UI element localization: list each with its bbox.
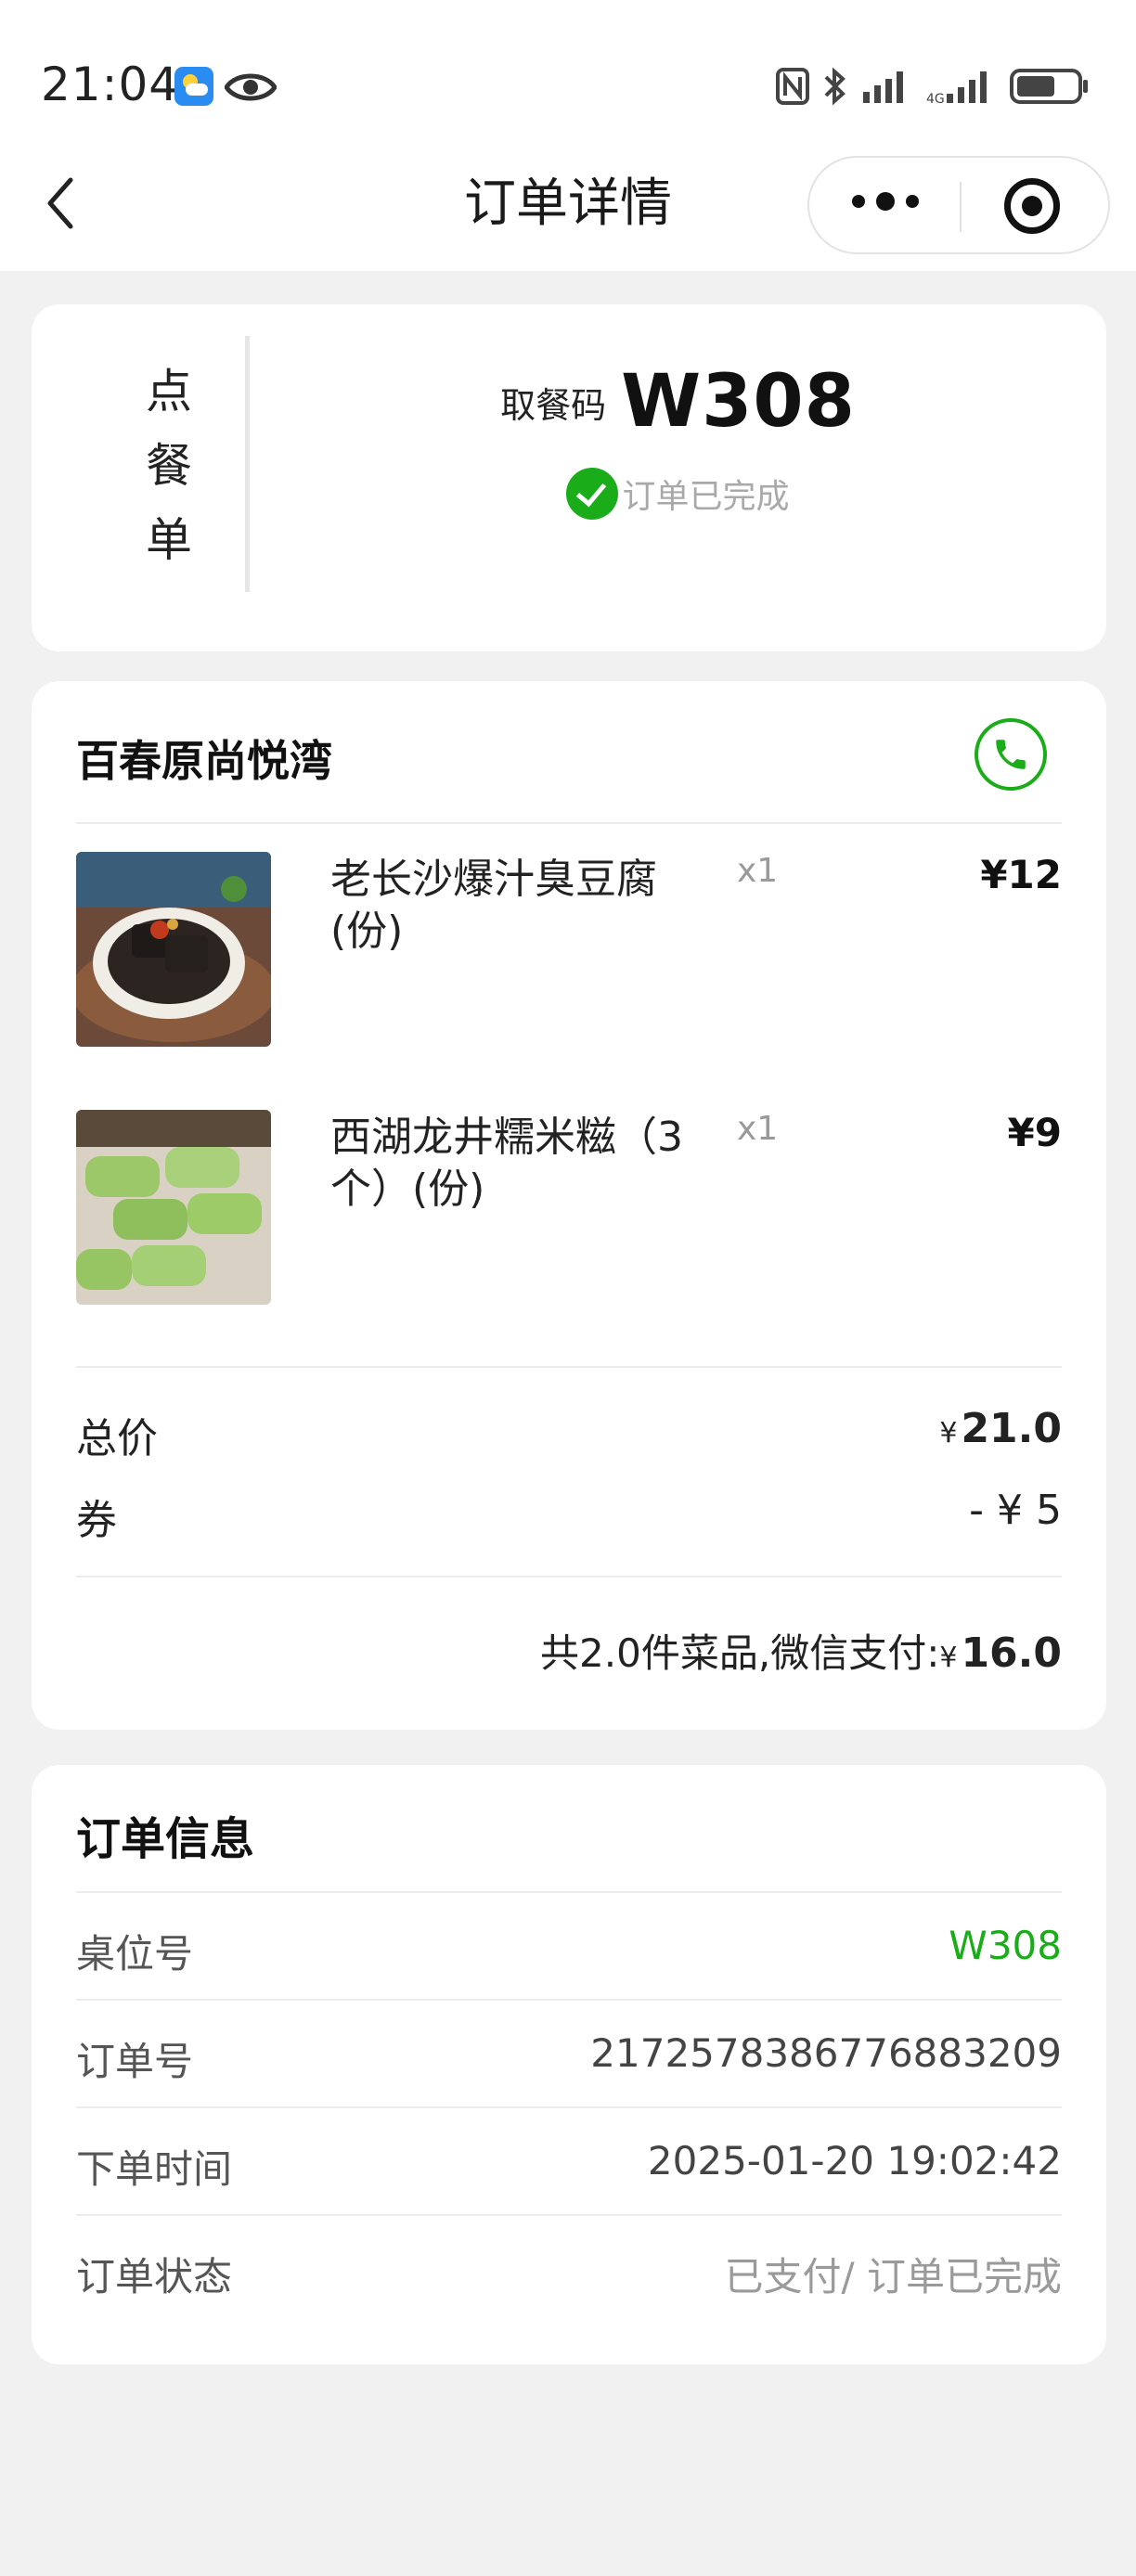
total-currency: ¥ (939, 1417, 958, 1449)
coupon-row: 券 - ¥ 5 (76, 1487, 1062, 1546)
signal-2-icon: 4G (926, 71, 987, 105)
top-bar: 21:04 4G 订单详情 (0, 0, 1136, 271)
info-row-order-time: 下单时间 2025-01-20 19:02:42 (76, 2106, 1062, 2214)
payment-summary: 共2.0件菜品,微信支付:¥16.0 (540, 1622, 1062, 1679)
battery-icon (1010, 69, 1088, 104)
item-name: 老长沙爆汁臭豆腐(份) (330, 856, 657, 955)
item-qty: x1 (737, 852, 779, 890)
payment-currency: ¥ (939, 1642, 958, 1674)
item-price: ¥12 (980, 852, 1062, 897)
nfc-icon (776, 68, 809, 105)
payment-summary-text: 共2.0件菜品,微信支付: (540, 1630, 940, 1676)
list-item[interactable]: 西湖龙井糯米糍（3个）(份) x1 ¥9 (76, 1110, 1062, 1305)
order-info-card: 订单信息 桌位号 W308 订单号 2172578386776883209 下单… (32, 1765, 1106, 2364)
total-label: 总价 (76, 1415, 158, 1462)
shop-card: 百春原尚悦湾 老长沙爆汁臭豆腐(份) x1 ¥12 西湖龙井糯米糍（3个）(份)… (32, 681, 1106, 1730)
order-status-label: 订单状态 (76, 2254, 233, 2299)
coupon-value: - ¥ 5 (969, 1487, 1062, 1534)
order-status-value: 已支付/ 订单已完成 (724, 2254, 1062, 2299)
miniapp-capsule (807, 156, 1110, 254)
item-price: ¥9 (1007, 1110, 1062, 1155)
pickup-code: W308 (621, 360, 856, 444)
eye-icon (225, 73, 277, 101)
signal-icon (863, 71, 903, 103)
item-name: 西湖龙井糯米糍（3个）(份) (330, 1114, 683, 1213)
info-row-table: 桌位号 W308 (76, 1891, 1062, 1999)
pickup-card: 点 餐 单 取餐码 W308 订单已完成 (32, 304, 1106, 651)
info-row-order-status: 订单状态 已支付/ 订单已完成 (76, 2214, 1062, 2322)
food-image (76, 852, 271, 1047)
status-icons: 4G (776, 63, 1090, 109)
order-info-title: 订单信息 (76, 1813, 255, 1865)
shop-name: 百春原尚悦湾 (76, 736, 332, 786)
table-number-label: 桌位号 (76, 1931, 194, 1977)
pickup-code-label: 取餐码 (500, 384, 607, 426)
order-status-text: 订单已完成 (622, 478, 790, 516)
bluetooth-icon (824, 67, 846, 106)
order-time-label: 下单时间 (76, 2146, 233, 2192)
payment-amount: 16.0 (961, 1629, 1062, 1677)
total-row: 总价 ¥21.0 (76, 1405, 1062, 1464)
total-value: 21.0 (961, 1405, 1062, 1452)
order-id-label: 订单号 (76, 2039, 194, 2084)
svg-text:4G: 4G (926, 92, 945, 105)
weather-icon (174, 67, 213, 106)
item-qty: x1 (737, 1110, 779, 1148)
order-time-value: 2025-01-20 19:02:42 (647, 2138, 1062, 2183)
close-miniapp-icon[interactable] (1004, 178, 1060, 234)
table-number-value: W308 (949, 1923, 1062, 1968)
list-item[interactable]: 老长沙爆汁臭豆腐(份) x1 ¥12 (76, 852, 1062, 1047)
status-time: 21:04 (41, 58, 180, 111)
more-icon[interactable] (852, 192, 919, 211)
phone-icon[interactable] (975, 718, 1047, 791)
food-image (76, 1110, 271, 1305)
order-id-value: 2172578386776883209 (590, 2030, 1062, 2076)
info-row-order-id: 订单号 2172578386776883209 (76, 1999, 1062, 2106)
check-circle-icon (566, 468, 619, 520)
coupon-label: 券 (76, 1497, 117, 1544)
order-type-label: 点 餐 单 (146, 365, 192, 567)
